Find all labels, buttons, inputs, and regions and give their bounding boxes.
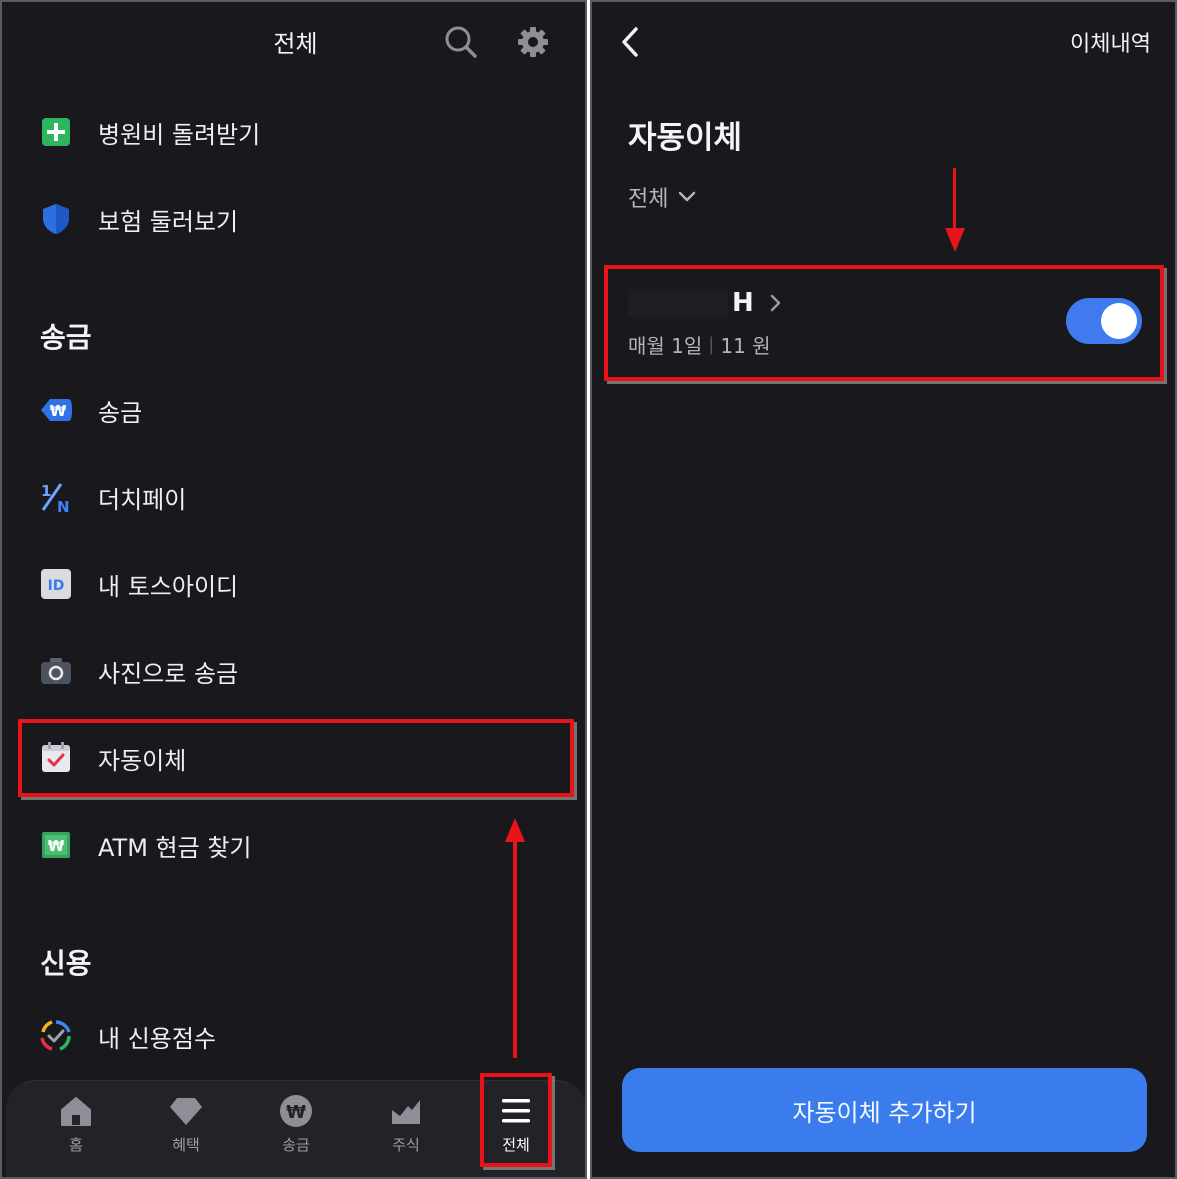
shield-icon (38, 201, 74, 237)
menu-item-label: 내 토스아이디 (98, 572, 239, 601)
transfer-schedule: 매월 1일 (628, 334, 703, 358)
transfer-details: 매월 1일 | 11 원 (628, 330, 771, 359)
page-title: 자동이체 (628, 120, 743, 156)
menu-item-label: 자동이체 (98, 746, 187, 775)
gear-icon[interactable] (515, 24, 551, 60)
add-auto-transfer-button[interactable]: 자동이체 추가하기 (622, 1068, 1147, 1152)
transfer-name-row: H (628, 284, 782, 322)
tab-benefits[interactable]: 혜택 (146, 1093, 226, 1173)
menu-item-remit[interactable]: ₩ 송금 (38, 382, 558, 438)
page-title: 전체 (273, 30, 318, 58)
menu-item-insurance[interactable]: 보험 둘러보기 (38, 191, 558, 247)
filter-label: 전체 (628, 187, 669, 212)
menu-item-hospital-refund[interactable]: 병원비 돌려받기 (38, 104, 558, 160)
annotation-arrow-line (953, 168, 956, 230)
annotation-arrow-line (513, 840, 517, 1058)
camera-icon (38, 653, 74, 689)
annotation-arrow-head-down (945, 228, 965, 252)
svg-text:₩: ₩ (286, 1102, 306, 1123)
dutch-pay-icon: 1N (38, 479, 74, 515)
tab-label: 혜택 (172, 1136, 200, 1154)
svg-text:ID: ID (48, 578, 65, 594)
menu-item-photo-remit[interactable]: 사진으로 송금 (38, 643, 558, 699)
won-badge-icon: ₩ (38, 392, 74, 428)
menu-item-credit-score[interactable]: 내 신용점수 (38, 1008, 558, 1064)
gem-icon (168, 1093, 204, 1129)
chevron-down-icon (678, 191, 696, 203)
tab-label: 주식 (392, 1136, 420, 1154)
menu-item-label: 병원비 돌려받기 (98, 120, 261, 149)
section-title-credit: 신용 (40, 947, 92, 980)
menu-item-label: 내 신용점수 (98, 1024, 217, 1053)
atm-cash-icon: ₩ (38, 827, 74, 863)
back-chevron-icon[interactable] (614, 24, 646, 60)
menu-icon (498, 1093, 534, 1129)
svg-text:₩: ₩ (50, 402, 67, 420)
annotation-arrow-head-up (505, 818, 525, 842)
chevron-right-icon (770, 293, 782, 313)
separator: | (708, 334, 715, 355)
search-icon[interactable] (443, 24, 479, 60)
menu-item-atm-cash[interactable]: ₩ ATM 현금 찾기 (38, 817, 558, 873)
svg-text:₩: ₩ (48, 837, 65, 855)
won-coin-icon: ₩ (278, 1093, 314, 1129)
id-card-icon: ID (38, 566, 74, 602)
menu-item-label: 보험 둘러보기 (98, 207, 239, 236)
transfer-history-link[interactable]: 이체내역 (1070, 26, 1151, 58)
section-title-remit: 송금 (40, 321, 92, 354)
auto-transfer-toggle[interactable] (1066, 298, 1142, 344)
auto-transfer-item[interactable]: H 매월 1일 | 11 원 (628, 278, 1158, 370)
all-menu-screen: 전체 병원비 돌려받기 보험 둘러보기 송금 ₩ 송금 1 N 더치페이 ID … (0, 0, 587, 1179)
transfer-amount: 11 원 (720, 334, 771, 358)
menu-item-label: 사진으로 송금 (98, 659, 239, 688)
plus-square-icon (38, 114, 74, 150)
auto-transfer-screen: 이체내역 자동이체 전체 H 매월 1일 | 11 원 자동이체 추가하기 (590, 0, 1177, 1179)
home-icon (58, 1093, 94, 1129)
menu-item-label: 송금 (98, 398, 143, 427)
toggle-knob (1101, 303, 1137, 339)
svg-text:1: 1 (41, 482, 51, 500)
chart-icon (388, 1093, 424, 1129)
transfer-recipient-name: H (732, 288, 754, 318)
tab-label: 송금 (282, 1136, 310, 1154)
menu-item-dutch-pay[interactable]: 1N 더치페이 (38, 469, 558, 525)
bottom-tab-bar: 홈 혜택 ₩ 송금 주식 전체 (6, 1080, 585, 1177)
tab-home[interactable]: 홈 (36, 1093, 116, 1173)
credit-gauge-icon (38, 1018, 74, 1054)
tab-label: 전체 (502, 1136, 530, 1154)
tab-label: 홈 (69, 1136, 83, 1154)
menu-item-auto-transfer[interactable]: 자동이체 (38, 730, 558, 786)
menu-item-label: 더치페이 (98, 485, 187, 514)
menu-item-toss-id[interactable]: ID 내 토스아이디 (38, 556, 558, 612)
menu-item-label: ATM 현금 찾기 (98, 833, 252, 862)
svg-text:N: N (57, 498, 70, 514)
tab-remit[interactable]: ₩ 송금 (256, 1093, 336, 1173)
tab-all[interactable]: 전체 (476, 1093, 556, 1173)
calendar-check-icon (38, 740, 74, 776)
redacted-name (628, 289, 728, 317)
filter-dropdown[interactable]: 전체 (628, 180, 696, 214)
tab-stocks[interactable]: 주식 (366, 1093, 446, 1173)
